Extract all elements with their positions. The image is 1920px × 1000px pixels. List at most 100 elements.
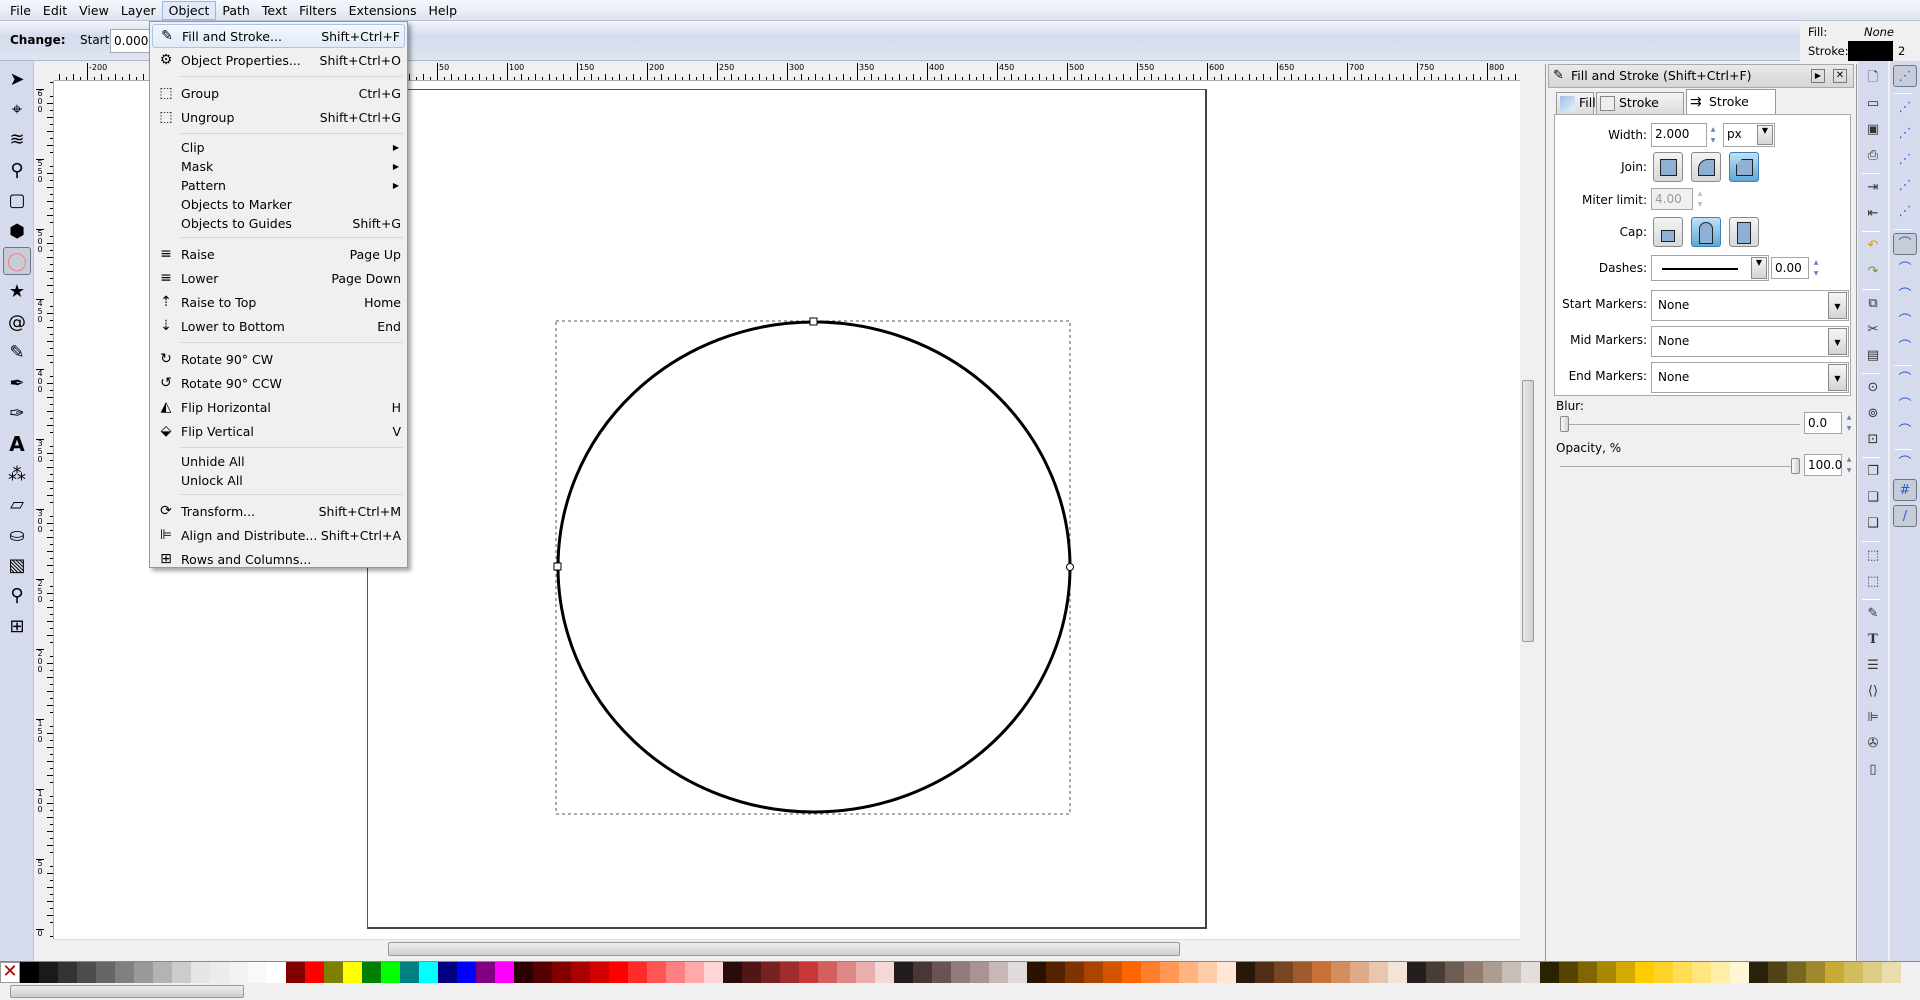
spiral-tool[interactable]: @ — [3, 308, 31, 336]
palette-swatch[interactable] — [571, 962, 590, 983]
snap-page-border-icon[interactable]: ⌒ — [1893, 453, 1917, 475]
palette-swatch[interactable] — [1692, 962, 1711, 983]
menu-item-mask[interactable]: Mask ▶ — [152, 157, 405, 176]
palette-swatch[interactable] — [495, 962, 514, 983]
palette-swatch[interactable] — [96, 962, 115, 983]
save-icon[interactable]: ▣ — [1861, 119, 1885, 141]
palette-scrollbar-thumb[interactable] — [10, 985, 244, 998]
palette-swatch[interactable] — [1540, 962, 1559, 983]
duplicate-icon[interactable]: ❐ — [1861, 461, 1885, 483]
preferences-icon[interactable]: ✇ — [1861, 733, 1885, 755]
palette-swatch[interactable] — [362, 962, 381, 983]
pencil-tool[interactable]: ✎ — [3, 339, 31, 367]
palette-swatch[interactable] — [1103, 962, 1122, 983]
rectangle-tool[interactable]: ▢ — [3, 187, 31, 215]
menu-item-objects-to-marker[interactable]: Objects to Marker — [152, 195, 405, 214]
palette-swatch[interactable] — [552, 962, 571, 983]
palette-swatch[interactable] — [1730, 962, 1749, 983]
print-icon[interactable]: ⎙ — [1861, 145, 1885, 167]
star-tool[interactable]: ★ — [3, 278, 31, 306]
new-document-icon[interactable]: 🗋 — [1861, 67, 1885, 89]
palette-swatch[interactable] — [1426, 962, 1445, 983]
snap-object-center-icon[interactable]: ⌒ — [1893, 395, 1917, 417]
menu-item-group[interactable]: ⬚ Group Ctrl+G — [152, 81, 405, 105]
palette-swatch[interactable] — [1806, 962, 1825, 983]
palette-swatch[interactable] — [1293, 962, 1312, 983]
ellipse-tool[interactable]: ◯ — [3, 247, 31, 276]
horizontal-scrollbar-thumb[interactable] — [388, 942, 1180, 956]
palette-swatch[interactable] — [1464, 962, 1483, 983]
palette-swatch[interactable] — [1046, 962, 1065, 983]
width-spinner[interactable]: ▲ ▼ — [1708, 124, 1718, 146]
menu-item-object-properties[interactable]: ⚙ Object Properties... Shift+Ctrl+O — [152, 48, 405, 72]
cut-icon[interactable]: ✂ — [1861, 319, 1885, 341]
palette-swatch[interactable] — [818, 962, 837, 983]
dashes-select[interactable]: ▼ — [1651, 255, 1769, 281]
blur-slider-track[interactable] — [1560, 424, 1800, 425]
palette-swatch[interactable] — [1369, 962, 1388, 983]
snap-guide-icon[interactable]: / — [1893, 505, 1917, 527]
palette-swatch[interactable] — [248, 962, 267, 983]
palette-swatch[interactable] — [39, 962, 58, 983]
palette-swatch[interactable] — [172, 962, 191, 983]
stroke-color-swatch[interactable] — [1848, 41, 1893, 61]
palette-swatch[interactable] — [913, 962, 932, 983]
palette-swatch[interactable] — [1331, 962, 1350, 983]
palette-swatch[interactable] — [1312, 962, 1331, 983]
palette-swatch[interactable] — [590, 962, 609, 983]
xml-editor-icon[interactable]: ⟨⟩ — [1861, 681, 1885, 703]
palette-swatch[interactable] — [324, 962, 343, 983]
menu-item-rows-and-columns[interactable]: ⊞ Rows and Columns... — [152, 547, 405, 571]
miter-spinner[interactable]: ▲ ▼ — [1695, 188, 1705, 210]
palette-swatch[interactable] — [1597, 962, 1616, 983]
tab-stroke-style[interactable]: ⇉Stroke style — [1686, 89, 1776, 133]
palette-swatch[interactable] — [1673, 962, 1692, 983]
join-round-button[interactable] — [1691, 152, 1721, 182]
cap-butt-button[interactable] — [1653, 217, 1683, 247]
node-editor-tool[interactable]: ⌖ — [3, 95, 31, 123]
snap-toggle-icon[interactable]: ⋰ — [1893, 65, 1917, 87]
end-markers-select[interactable]: None ▼ — [1651, 362, 1849, 393]
width-input[interactable]: 2.000 — [1651, 123, 1707, 147]
palette-swatch[interactable] — [457, 962, 476, 983]
palette-swatch[interactable] — [20, 962, 39, 983]
palette-swatch[interactable] — [267, 962, 286, 983]
menu-item-rotate-90-cw[interactable]: ↻ Rotate 90° CW — [152, 347, 405, 371]
palette-swatch[interactable] — [1236, 962, 1255, 983]
miter-limit-input[interactable]: 4.00 — [1651, 188, 1693, 210]
vertical-ruler[interactable]: 600550500450400350300250200150100500 — [34, 81, 54, 939]
cap-square-button[interactable] — [1729, 217, 1759, 247]
blur-input[interactable]: 0.0 — [1804, 412, 1842, 434]
redo-icon[interactable]: ↷ — [1861, 261, 1885, 283]
palette-swatch[interactable] — [1122, 962, 1141, 983]
menu-item-ungroup[interactable]: ⬚ Ungroup Shift+Ctrl+G — [152, 105, 405, 129]
palette-swatch[interactable] — [761, 962, 780, 983]
palette-swatch[interactable] — [875, 962, 894, 983]
menu-view[interactable]: View — [73, 1, 115, 20]
zoom-tool[interactable]: ⚲ — [3, 156, 31, 184]
mid-markers-select[interactable]: None ▼ — [1651, 326, 1849, 357]
palette-swatch[interactable] — [419, 962, 438, 983]
palette-swatch[interactable] — [1008, 962, 1027, 983]
snap-cusp-icon[interactable]: ⌒ — [1893, 311, 1917, 333]
selector-tool[interactable]: ➤ — [3, 65, 31, 93]
tab-fill[interactable]: Fill — [1556, 92, 1596, 114]
palette-swatch[interactable] — [286, 962, 305, 983]
menu-item-unhide-all[interactable]: Unhide All — [152, 452, 405, 471]
menu-file[interactable]: File — [4, 1, 37, 20]
zoom-page-icon[interactable]: ⊡ — [1861, 429, 1885, 451]
opacity-slider-handle[interactable] — [1791, 458, 1800, 474]
group-icon[interactable]: ⬚ — [1861, 545, 1885, 567]
menu-help[interactable]: Help — [423, 1, 464, 20]
snap-rotation-center-icon[interactable]: ⌒ — [1893, 421, 1917, 443]
menu-item-lower-to-bottom[interactable]: ⇣ Lower to Bottom End — [152, 314, 405, 338]
palette-swatch[interactable] — [1217, 962, 1236, 983]
opacity-spinner[interactable]: ▲ ▼ — [1844, 454, 1854, 476]
palette-swatch[interactable] — [400, 962, 419, 983]
snap-nodes-icon[interactable]: ⌒ — [1893, 233, 1917, 255]
palette-swatch[interactable] — [1616, 962, 1635, 983]
palette-swatch[interactable] — [970, 962, 989, 983]
layers-icon[interactable]: ☰ — [1861, 655, 1885, 677]
palette-swatch[interactable] — [1445, 962, 1464, 983]
menu-edit[interactable]: Edit — [37, 1, 73, 20]
